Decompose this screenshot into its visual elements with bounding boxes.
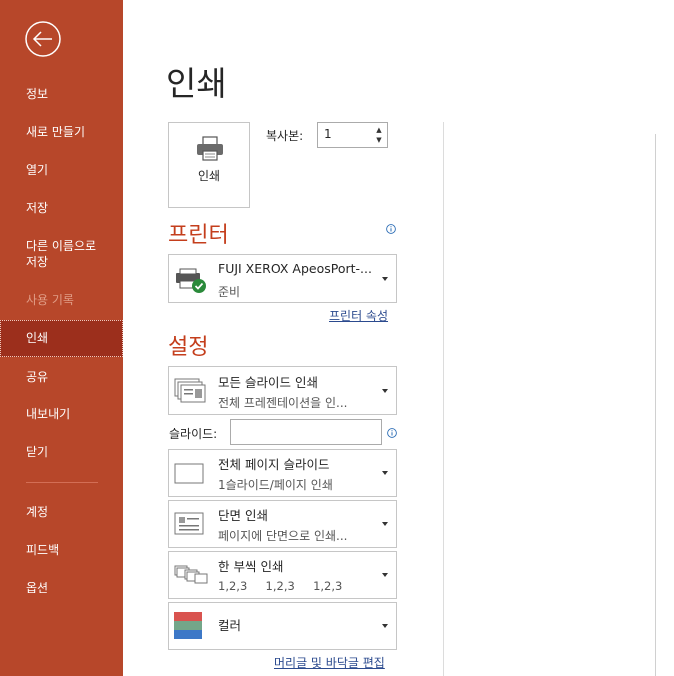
nav-history: 사용 기록 (26, 293, 74, 307)
vertical-divider (443, 122, 444, 676)
nav-save-as[interactable]: 다른 이름으로 저장 (0, 238, 123, 270)
print-range-subtitle: 전체 프레젠테이션을 인... (218, 396, 348, 410)
printer-info-icon[interactable] (386, 224, 396, 234)
layout-dropdown[interactable]: 전체 페이지 슬라이드 1슬라이드/페이지 인쇄 (168, 449, 397, 497)
layout-subtitle: 1슬라이드/페이지 인쇄 (218, 478, 333, 492)
nav-open[interactable]: 열기 (0, 162, 123, 178)
backstage-sidebar: 정보 새로 만들기 열기 저장 다른 이름으로 저장 사용 기록 인쇄 공유 내… (0, 0, 123, 676)
copies-spinner[interactable]: 1 ▲ ▼ (317, 122, 388, 148)
nav-info[interactable]: 정보 (0, 86, 123, 102)
sides-chevron-down-icon (382, 522, 388, 526)
printer-icon (197, 136, 223, 161)
nav-options[interactable]: 옵션 (0, 580, 123, 596)
nav-save-as-line2: 저장 (26, 255, 49, 269)
layout-chevron-down-icon (382, 471, 388, 475)
color-dropdown[interactable]: 컬러 (168, 602, 397, 650)
header-footer-link[interactable]: 머리글 및 바닥글 편집 (274, 654, 385, 671)
back-button[interactable] (24, 20, 62, 58)
slides-info-icon[interactable] (387, 428, 397, 438)
nav-new[interactable]: 새로 만들기 (0, 124, 123, 140)
copies-label: 복사본: (266, 129, 304, 143)
printer-ready-icon (176, 268, 206, 293)
collate-subtitle: 1,2,3 1,2,3 1,2,3 (218, 579, 343, 593)
nav-save[interactable]: 저장 (0, 200, 123, 216)
nav-account[interactable]: 계정 (0, 504, 123, 520)
printer-name: FUJI XEROX ApeosPort-... (218, 261, 372, 276)
collate-dropdown[interactable]: 한 부씩 인쇄 1,2,3 1,2,3 1,2,3 (168, 551, 397, 599)
nav-save-as-line1: 다른 이름으로 (26, 239, 97, 253)
print-range-chevron-down-icon (382, 389, 388, 393)
sides-dropdown[interactable]: 단면 인쇄 페이지에 단면으로 인쇄... (168, 500, 397, 548)
copies-up-icon[interactable]: ▲ (374, 126, 384, 134)
slides-label: 슬라이드: (169, 427, 218, 441)
page-title: 인쇄 (166, 64, 227, 103)
printer-status: 준비 (218, 285, 241, 299)
collate-chevron-down-icon (382, 573, 388, 577)
copies-value: 1 (324, 127, 332, 141)
print-button-label: 인쇄 (197, 169, 221, 183)
print-preview-page (655, 134, 674, 676)
sides-title: 단면 인쇄 (218, 508, 268, 523)
back-arrow-icon (25, 21, 61, 57)
printer-dropdown[interactable]: FUJI XEROX ApeosPort-... 준비 (168, 254, 397, 303)
print-range-dropdown[interactable]: 모든 슬라이드 인쇄 전체 프레젠테이션을 인... (168, 366, 397, 415)
print-range-title: 모든 슬라이드 인쇄 (218, 375, 318, 390)
print-button[interactable]: 인쇄 (168, 122, 250, 208)
all-slides-icon (174, 378, 206, 403)
copies-down-icon[interactable]: ▼ (374, 136, 384, 144)
nav-close[interactable]: 닫기 (0, 444, 123, 460)
color-chevron-down-icon (382, 624, 388, 628)
full-page-slide-icon (174, 463, 204, 484)
sides-subtitle: 페이지에 단면으로 인쇄... (218, 529, 348, 543)
printer-chevron-down-icon (382, 277, 388, 281)
layout-title: 전체 페이지 슬라이드 (218, 457, 330, 472)
collate-title: 한 부씩 인쇄 (218, 559, 284, 574)
nav-print[interactable]: 인쇄 (0, 320, 123, 357)
one-sided-icon (174, 512, 204, 535)
collated-icon (174, 565, 208, 584)
nav-share[interactable]: 공유 (0, 369, 123, 385)
nav-export[interactable]: 내보내기 (0, 406, 123, 422)
printer-heading: 프린터 (168, 223, 229, 248)
nav-divider (26, 482, 98, 483)
printer-properties-link[interactable]: 프린터 속성 (329, 307, 388, 324)
color-title: 컬러 (218, 618, 242, 633)
color-icon (174, 612, 202, 639)
settings-heading: 설정 (168, 335, 209, 360)
slides-input[interactable] (230, 419, 382, 445)
nav-feedback[interactable]: 피드백 (0, 542, 123, 558)
